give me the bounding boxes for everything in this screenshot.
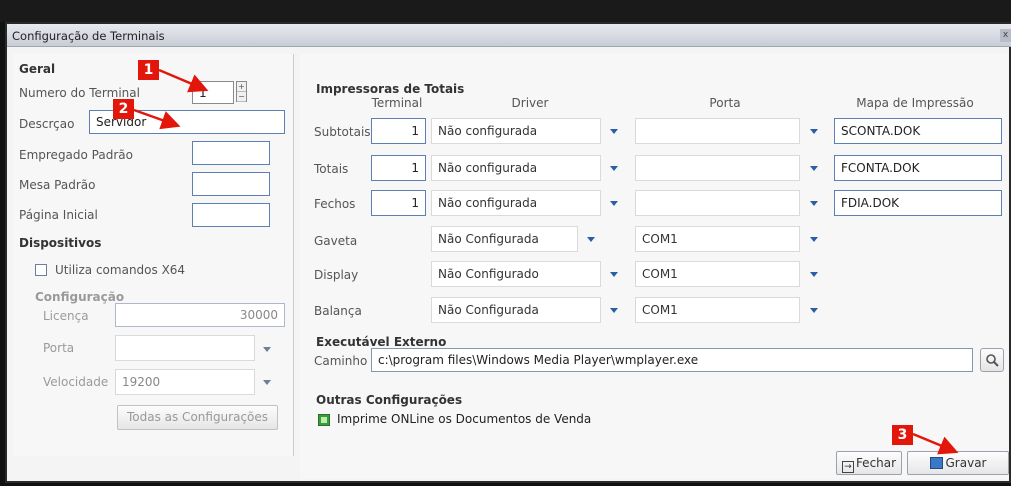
annotation-arrow-2 <box>133 108 181 130</box>
annotation-arrows <box>133 68 959 455</box>
annotation-arrow-3 <box>912 432 959 455</box>
annotation-arrow-1 <box>158 68 209 93</box>
